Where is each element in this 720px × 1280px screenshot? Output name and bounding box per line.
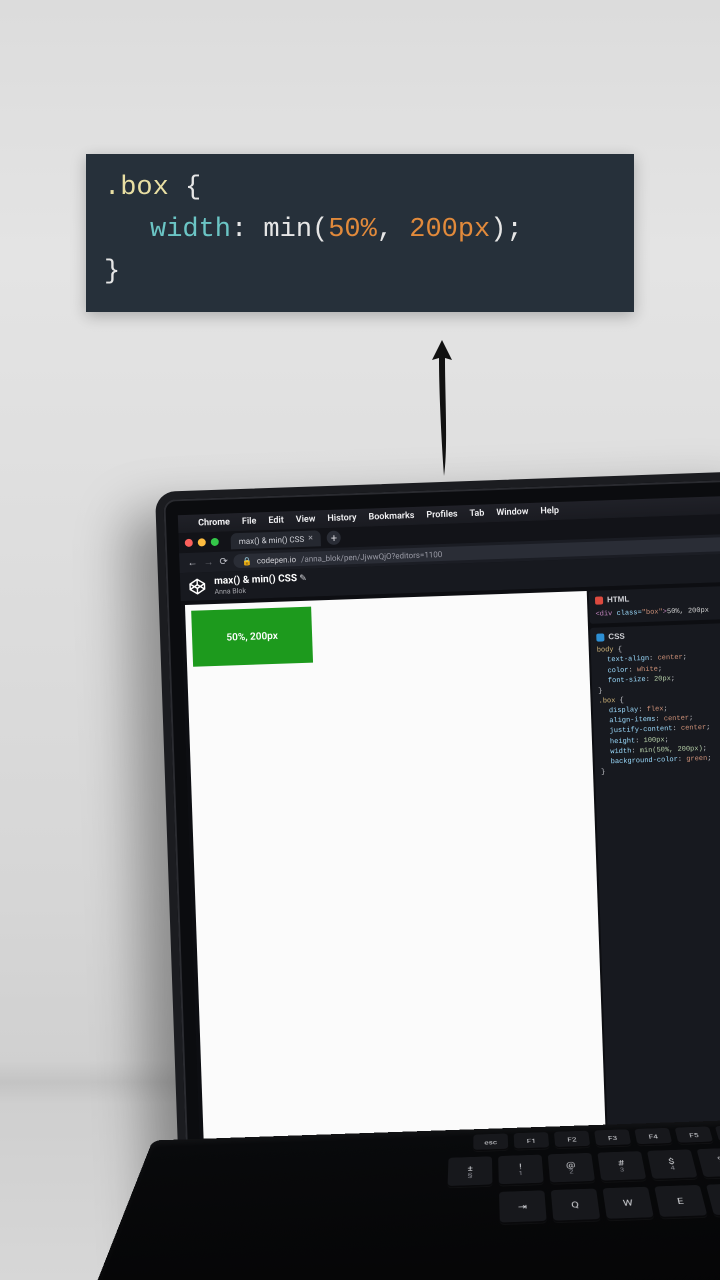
arrow-up-icon (430, 338, 454, 478)
preview-box: 50%, 200px (191, 607, 313, 667)
menubar-app-name[interactable]: Chrome (198, 517, 230, 528)
key-r: R (706, 1183, 720, 1217)
menu-history[interactable]: History (327, 513, 356, 524)
key-⇥: ⇥ (499, 1190, 547, 1224)
key-f2: F2 (554, 1131, 590, 1149)
menu-edit[interactable]: Edit (268, 516, 284, 527)
key-3: #3 (597, 1151, 646, 1182)
code-arg-1: 50% (328, 215, 377, 245)
nav-reload-icon[interactable]: ⟳ (219, 556, 228, 567)
window-traffic-lights[interactable] (185, 538, 219, 547)
key-f6: F6 (715, 1125, 720, 1143)
key-f5: F5 (675, 1126, 714, 1144)
tab-title: max() & min() CSS (239, 534, 305, 545)
code-function: min (263, 215, 312, 245)
tab-close-icon[interactable]: × (308, 534, 313, 544)
key-2: @2 (548, 1153, 595, 1184)
new-tab-button[interactable]: + (327, 531, 341, 545)
key-4: $4 (647, 1149, 698, 1180)
code-arg-2: 200px (409, 215, 490, 245)
key-§: ±§ (448, 1156, 493, 1187)
window-zoom-button[interactable] (211, 538, 219, 546)
browser-tab[interactable]: max() & min() CSS × (230, 530, 321, 549)
window-close-button[interactable] (185, 539, 193, 547)
menu-bookmarks[interactable]: Bookmarks (368, 511, 414, 523)
url-path: /anna_blok/pen/JjwwQjO?editors=1100 (301, 550, 443, 564)
key-f4: F4 (634, 1128, 672, 1146)
menu-window[interactable]: Window (496, 507, 528, 518)
key-1: !1 (498, 1155, 544, 1186)
laptop: Chrome File Edit View History Bookmarks … (155, 470, 720, 1280)
editor-html-label: HTML (607, 594, 630, 606)
url-host: codepen.io (257, 555, 297, 565)
editor-css-label: CSS (608, 630, 625, 642)
nav-forward-icon: → (203, 557, 213, 568)
html-badge-icon (595, 596, 603, 604)
edit-title-icon[interactable]: ✎ (299, 574, 307, 584)
menu-tab[interactable]: Tab (469, 509, 484, 520)
key-f1: F1 (514, 1132, 550, 1150)
code-selector: .box (104, 173, 169, 203)
editor-html[interactable]: HTML <div class="box">50%, 200px (589, 585, 720, 623)
laptop-keyboard: escF1F2F3F4F5F6F7F8 ±§!1@2#3$4%5^6&7 ⇥QW… (81, 1116, 720, 1280)
codepen-logo-icon[interactable] (188, 577, 207, 596)
preview-box-label: 50%, 200px (226, 630, 278, 643)
code-brace-open: { (169, 173, 201, 203)
key-e: E (654, 1185, 707, 1219)
key-esc: esc (473, 1133, 508, 1151)
key-f3: F3 (594, 1129, 631, 1147)
code-property: width (150, 215, 231, 245)
code-brace-close: } (104, 257, 120, 287)
nav-back-icon[interactable]: ← (187, 557, 197, 568)
code-snippet: .box { width: min(50%, 200px); } (86, 154, 634, 312)
css-badge-icon (596, 633, 604, 641)
window-minimize-button[interactable] (198, 538, 206, 546)
key-5: %5 (697, 1148, 720, 1179)
menu-help[interactable]: Help (540, 506, 559, 517)
key-w: W (603, 1187, 655, 1221)
menu-view[interactable]: View (296, 514, 316, 525)
menu-file[interactable]: File (242, 516, 257, 526)
menu-profiles[interactable]: Profiles (426, 509, 458, 520)
lock-icon: 🔒 (242, 556, 252, 565)
key-q: Q (551, 1189, 601, 1223)
